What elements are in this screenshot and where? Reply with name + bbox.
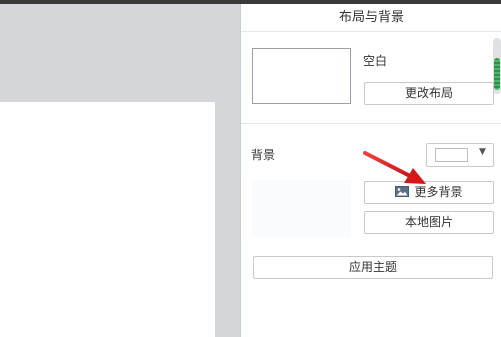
chevron-down-icon: ▼ (479, 147, 486, 157)
scrollbar-thumb[interactable] (494, 58, 500, 90)
panel-scrollbar[interactable] (493, 38, 501, 94)
panel-title: 布局与背景 (241, 4, 501, 32)
color-swatch (435, 148, 468, 162)
slide-page[interactable] (0, 102, 215, 337)
layout-thumbnail[interactable] (252, 48, 351, 104)
editor-canvas-area (0, 4, 240, 337)
change-layout-button[interactable]: 更改布局 (364, 82, 494, 105)
section-divider (241, 123, 501, 124)
layout-name: 空白 (363, 54, 388, 68)
apply-theme-button[interactable]: 应用主题 (253, 256, 493, 279)
background-thumbnail[interactable] (252, 180, 351, 237)
red-arrow-annotation (363, 151, 426, 184)
background-label: 背景 (251, 148, 276, 162)
background-color-picker[interactable]: ▼ (426, 143, 494, 167)
local-image-button[interactable]: 本地图片 (364, 211, 494, 234)
